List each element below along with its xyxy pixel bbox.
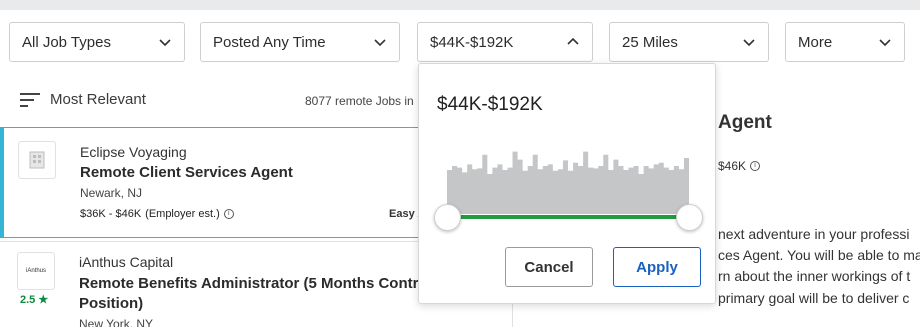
salary-filter-label: $44K-$192K	[430, 33, 514, 51]
job-location: New York, NY	[79, 317, 154, 327]
chevron-down-icon	[374, 39, 386, 47]
salary-min-handle[interactable]	[433, 204, 461, 231]
salary-filter[interactable]: $44K-$192K	[417, 22, 593, 62]
histogram-bars	[447, 151, 689, 214]
top-strip	[0, 0, 920, 10]
detail-description-line: ces Agent. You will be able to ma	[718, 247, 920, 263]
distance-filter[interactable]: 25 Miles	[609, 22, 769, 62]
salary-max-handle[interactable]	[675, 204, 703, 231]
job-title[interactable]: Remote Benefits Administrator (5 Months …	[79, 274, 418, 294]
detail-job-title: Agent	[718, 112, 772, 133]
sort-dropdown[interactable]: Most Relevant	[50, 91, 146, 108]
posted-filter-label: Posted Any Time	[213, 33, 326, 51]
apply-button[interactable]: Apply	[613, 247, 701, 287]
chevron-up-icon	[567, 37, 579, 45]
star-icon: ★	[38, 294, 49, 306]
salary-slider-track	[447, 215, 689, 219]
company-rating: 2.5 ★	[20, 293, 48, 306]
company-logo	[18, 141, 56, 179]
sort-icon[interactable]	[20, 92, 40, 108]
detail-salary-value: $46K	[718, 159, 747, 173]
detail-description-line: next adventure in your professi	[718, 226, 910, 242]
company-name: Eclipse Voyaging	[80, 144, 187, 160]
more-filter-label: More	[798, 33, 833, 51]
info-icon[interactable]: i	[223, 209, 234, 219]
job-title-continued[interactable]: Position)	[79, 294, 143, 314]
sort-row: Most Relevant 8077 remote Jobs in N	[0, 80, 460, 120]
posted-filter[interactable]: Posted Any Time	[200, 22, 400, 62]
salary-note: (Employer est.)	[145, 208, 220, 220]
chevron-down-icon	[159, 39, 171, 47]
chevron-down-icon	[879, 39, 891, 47]
more-filter[interactable]: More	[785, 22, 905, 62]
detail-salary: $46K i	[718, 159, 761, 173]
salary-range: $36K - $46K	[80, 208, 142, 220]
salary-histogram	[447, 151, 689, 214]
rating-value: 2.5	[20, 294, 36, 306]
detail-description-line: rn about the inner workings of t	[718, 268, 911, 284]
job-types-filter[interactable]: All Job Types	[9, 22, 185, 62]
job-location: Newark, NJ	[80, 186, 143, 200]
info-icon[interactable]: i	[750, 161, 761, 171]
job-salary: $36K - $46K (Employer est.) i	[80, 208, 234, 220]
detail-description-line: primary goal will be to deliver c	[718, 290, 910, 306]
distance-filter-label: 25 Miles	[622, 33, 678, 51]
chevron-down-icon	[743, 39, 755, 47]
cancel-button[interactable]: Cancel	[505, 247, 593, 287]
building-icon	[29, 151, 45, 169]
job-count: 8077 remote Jobs in N	[305, 94, 426, 108]
job-types-filter-label: All Job Types	[22, 33, 111, 51]
salary-popover: $44K-$192K Cancel Apply	[418, 63, 716, 304]
company-logo: iAnthus	[17, 252, 55, 290]
company-name: iAnthus Capital	[79, 254, 174, 270]
job-title[interactable]: Remote Client Services Agent	[80, 163, 293, 183]
salary-popover-title: $44K-$192K	[437, 94, 543, 115]
